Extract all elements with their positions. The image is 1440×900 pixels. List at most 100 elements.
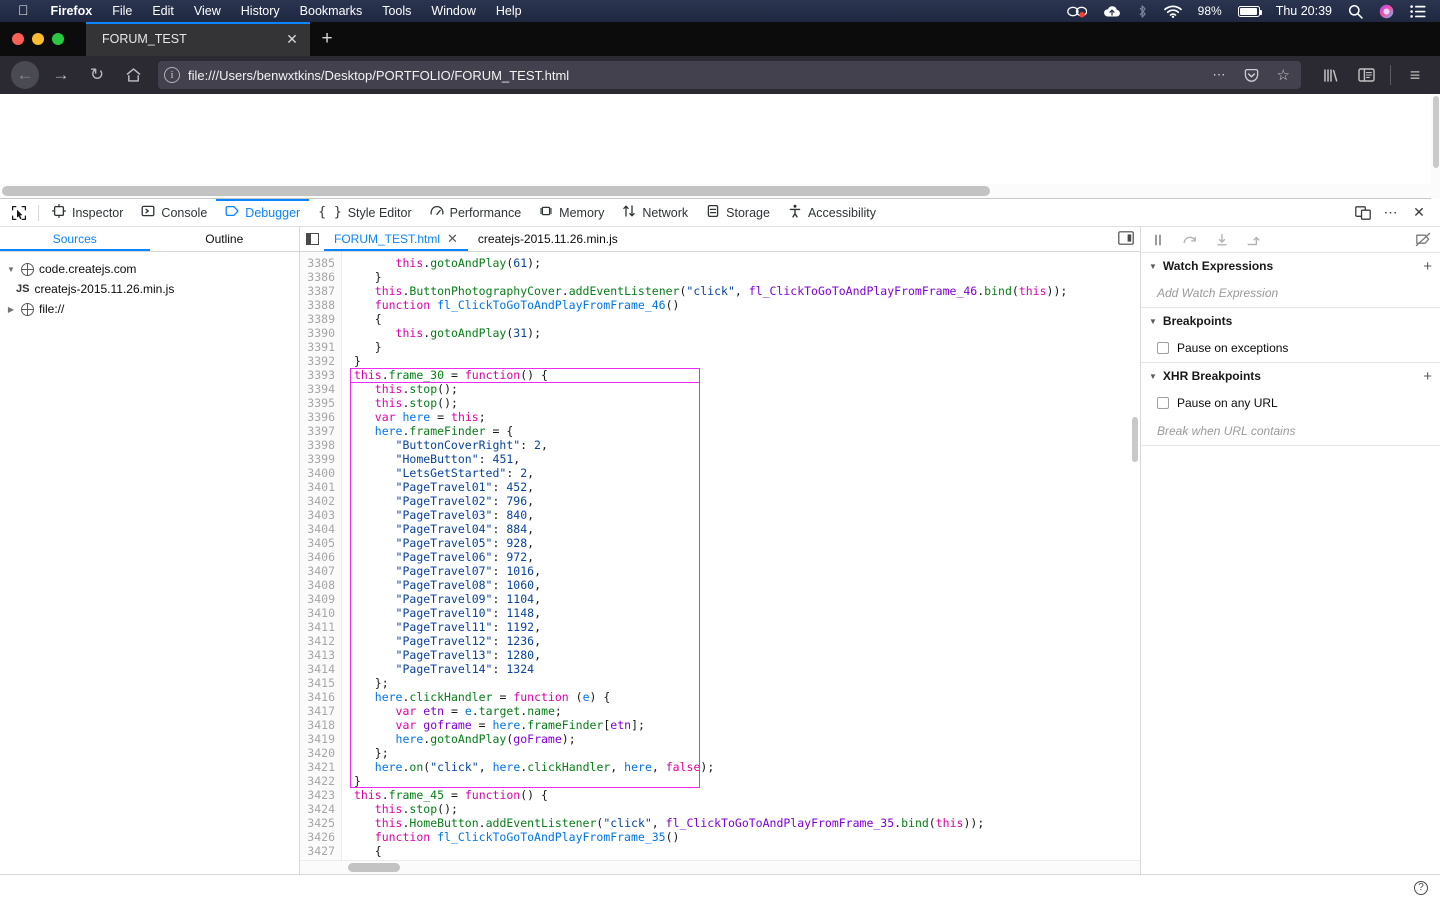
editor-tab-createjs[interactable]: createjs-2015.11.26.min.js (468, 227, 628, 251)
close-editor-tab-icon[interactable]: ✕ (447, 231, 458, 247)
code-viewport[interactable]: 3385 3386 3387 3388 3389 3390 3391 3392 3393 3394… (300, 252, 1140, 860)
close-tab-icon[interactable]: ✕ (282, 29, 302, 49)
code-line[interactable]: var etn = e.target.name; (354, 704, 1140, 718)
code-content[interactable]: this.gotoAndPlay(61); } this.ButtonPhoto… (342, 252, 1140, 860)
page-viewport[interactable] (0, 94, 1440, 199)
code-line[interactable]: this.stop(); (354, 802, 1140, 816)
code-line[interactable]: this.stop(); (354, 396, 1140, 410)
line-number[interactable]: 3407 (300, 564, 335, 578)
line-number[interactable]: 3416 (300, 690, 335, 704)
tab-console[interactable]: Console (132, 199, 216, 226)
line-number[interactable]: 3415 (300, 676, 335, 690)
line-number[interactable]: 3402 (300, 494, 335, 508)
new-tab-button[interactable]: + (310, 22, 344, 56)
line-number[interactable]: 3392 (300, 354, 335, 368)
tab-outline[interactable]: Outline (150, 227, 300, 251)
line-number[interactable]: 3421 (300, 760, 335, 774)
menu-item-history[interactable]: History (231, 4, 290, 18)
meatball-menu-icon[interactable]: ⋯ (1378, 200, 1404, 226)
toggle-sources-pane-icon[interactable] (300, 227, 324, 251)
menu-item-view[interactable]: View (184, 4, 231, 18)
tab-inspector[interactable]: Inspector (43, 199, 132, 226)
editor-horizontal-scrollbar[interactable] (300, 860, 1140, 874)
line-number[interactable]: 3426 (300, 830, 335, 844)
code-line[interactable]: } (354, 340, 1140, 354)
tab-debugger[interactable]: Debugger (216, 199, 309, 226)
code-line[interactable]: "ButtonCoverRight": 2, (354, 438, 1140, 452)
code-line[interactable]: }; (354, 676, 1140, 690)
pause-on-any-url-row[interactable]: Pause on any URL (1141, 389, 1440, 417)
apple-icon[interactable]:  (8, 3, 41, 19)
tree-item-origin-createjs[interactable]: ▼ code.createjs.com (0, 259, 299, 279)
xhr-breakpoints-header[interactable]: ▼ XHR Breakpoints + (1141, 363, 1440, 389)
siri-icon[interactable] (1371, 4, 1402, 19)
code-line[interactable]: this.gotoAndPlay(61); (354, 256, 1140, 270)
pause-on-exceptions-row[interactable]: Pause on exceptions (1141, 334, 1440, 362)
site-info-icon[interactable]: i (164, 67, 180, 83)
pause-icon[interactable] (1149, 231, 1167, 249)
line-number[interactable]: 3391 (300, 340, 335, 354)
code-line[interactable]: this.frame_45 = function() { (354, 788, 1140, 802)
library-icon[interactable] (1313, 60, 1347, 90)
line-number[interactable]: 3424 (300, 802, 335, 816)
line-number[interactable]: 3403 (300, 508, 335, 522)
code-line[interactable]: "PageTravel01": 452, (354, 480, 1140, 494)
search-icon[interactable] (1340, 4, 1371, 19)
maximize-window-button[interactable] (52, 33, 64, 45)
line-number[interactable]: 3419 (300, 732, 335, 746)
editor-tab-forum-test[interactable]: FORUM_TEST.html ✕ (324, 227, 468, 251)
code-line[interactable]: { (354, 844, 1140, 858)
code-line[interactable]: "LetsGetStarted": 2, (354, 466, 1140, 480)
code-line[interactable]: "PageTravel03": 840, (354, 508, 1140, 522)
xhr-url-contains-input[interactable]: Break when URL contains (1141, 417, 1440, 445)
tab-accessibility[interactable]: Accessibility (779, 199, 885, 226)
code-line[interactable]: function fl_ClickToGoToAndPlayFromFrame_… (354, 298, 1140, 312)
editor-tab-options-icon[interactable] (1118, 230, 1140, 248)
address-bar[interactable]: i file:///Users/benwxtkins/Desktop/PORTF… (158, 61, 1301, 89)
code-line[interactable]: "PageTravel12": 1236, (354, 634, 1140, 648)
tab-memory[interactable]: Memory (530, 199, 613, 226)
code-line[interactable]: "PageTravel04": 884, (354, 522, 1140, 536)
line-number[interactable]: 3388 (300, 298, 335, 312)
line-number[interactable]: 3417 (300, 704, 335, 718)
chevron-down-icon[interactable]: ▼ (1149, 317, 1157, 326)
tab-storage[interactable]: Storage (697, 199, 779, 226)
editor-vertical-scrollbar[interactable] (1130, 252, 1140, 860)
line-number[interactable]: 3408 (300, 578, 335, 592)
code-line[interactable]: this.ButtonPhotographyCover.addEventList… (354, 284, 1140, 298)
line-number[interactable]: 3389 (300, 312, 335, 326)
browser-tab[interactable]: FORUM_TEST ✕ (86, 22, 310, 56)
code-line[interactable]: "HomeButton": 451, (354, 452, 1140, 466)
home-button[interactable] (116, 60, 150, 90)
code-line[interactable]: this.gotoAndPlay(31); (354, 326, 1140, 340)
code-line[interactable]: "PageTravel13": 1280, (354, 648, 1140, 662)
step-in-icon[interactable] (1213, 231, 1231, 249)
line-number[interactable]: 3397 (300, 424, 335, 438)
line-number[interactable]: 3394 (300, 382, 335, 396)
code-line[interactable]: var goframe = here.frameFinder[etn]; (354, 718, 1140, 732)
code-line[interactable]: "PageTravel09": 1104, (354, 592, 1140, 606)
forward-button[interactable]: → (44, 60, 78, 90)
tab-sources[interactable]: Sources (0, 227, 150, 251)
code-line[interactable]: }; (354, 746, 1140, 760)
line-number[interactable]: 3404 (300, 522, 335, 536)
line-number[interactable]: 3422 (300, 774, 335, 788)
pause-on-exceptions-checkbox[interactable] (1157, 342, 1169, 354)
page-actions-icon[interactable]: ⋯ (1208, 67, 1231, 83)
code-line[interactable]: "PageTravel07": 1016, (354, 564, 1140, 578)
line-number[interactable]: 3409 (300, 592, 335, 606)
menu-item-bookmarks[interactable]: Bookmarks (290, 4, 373, 18)
app-menu-button[interactable]: ≡ (1398, 60, 1432, 90)
url-text[interactable]: file:///Users/benwxtkins/Desktop/PORTFOL… (188, 68, 1200, 83)
line-number[interactable]: 3385 (300, 256, 335, 270)
add-xhr-breakpoint-button[interactable]: + (1423, 368, 1432, 385)
line-number[interactable]: 3401 (300, 480, 335, 494)
tab-style-editor[interactable]: { } Style Editor (309, 199, 420, 226)
line-number[interactable]: 3405 (300, 536, 335, 550)
menu-item-file[interactable]: File (102, 4, 142, 18)
page-horizontal-scrollbar[interactable] (0, 184, 1431, 198)
chevron-down-icon[interactable]: ▼ (1149, 372, 1157, 381)
pause-on-any-url-checkbox[interactable] (1157, 397, 1169, 409)
code-line[interactable]: { (354, 312, 1140, 326)
code-line[interactable]: this.frame_30 = function() { (354, 368, 1140, 382)
